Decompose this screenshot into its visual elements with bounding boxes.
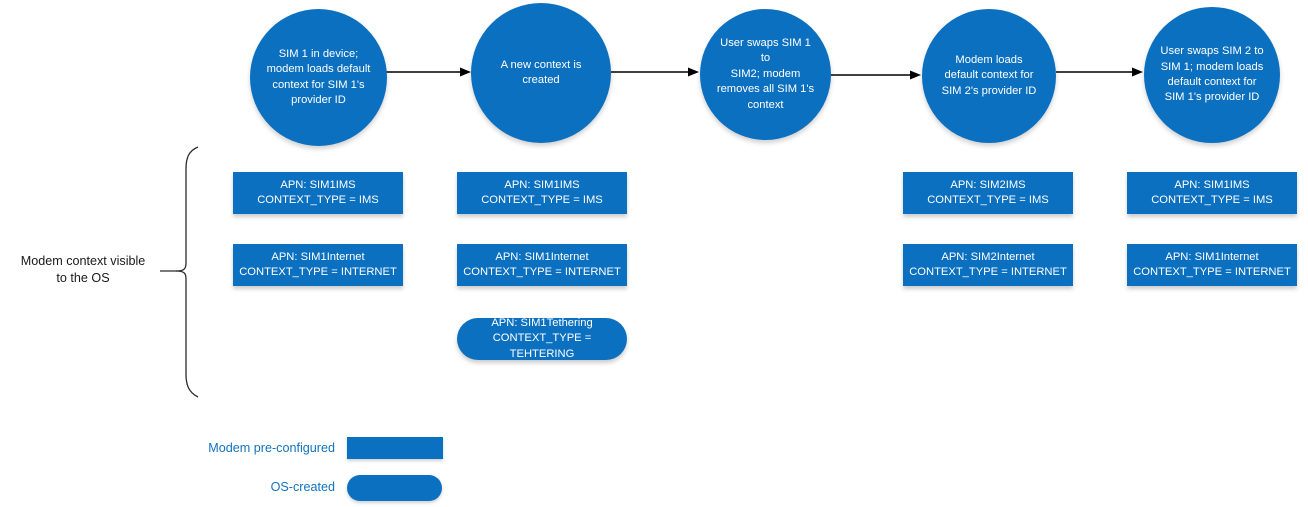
context-box-c2-tethering-label: APN: SIM1Tethering CONTEXT_TYPE = TEHTER… xyxy=(491,316,593,360)
stage-circle-5-label: User swaps SIM 2 to SIM 1; modem loads d… xyxy=(1160,45,1264,104)
context-box-c2-internet[interactable]: APN: SIM1Internet CONTEXT_TYPE = INTERNE… xyxy=(457,244,627,286)
context-box-c1-internet[interactable]: APN: SIM1Internet CONTEXT_TYPE = INTERNE… xyxy=(233,244,403,286)
stage-circle-4[interactable]: Modem loads default context for SIM 2's … xyxy=(922,9,1056,143)
context-box-c5-internet-label: APN: SIM1Internet CONTEXT_TYPE = INTERNE… xyxy=(1133,250,1291,278)
context-box-c4-internet-label: APN: SIM2Internet CONTEXT_TYPE = INTERNE… xyxy=(909,250,1067,278)
context-box-c4-ims[interactable]: APN: SIM2IMS CONTEXT_TYPE = IMS xyxy=(903,172,1073,214)
legend-swatch-modem-preconfigured xyxy=(347,437,443,459)
stage-circle-1-label: SIM 1 in device; modem loads default con… xyxy=(266,47,371,106)
stage-circle-1[interactable]: SIM 1 in device; modem loads default con… xyxy=(250,9,387,146)
arrow-stage1-to-stage2 xyxy=(386,66,472,78)
context-box-c1-ims[interactable]: APN: SIM1IMS CONTEXT_TYPE = IMS xyxy=(233,172,403,214)
context-box-c4-internet[interactable]: APN: SIM2Internet CONTEXT_TYPE = INTERNE… xyxy=(903,244,1073,286)
stage-circle-3-label: User swaps SIM 1 to SIM2; modem removes … xyxy=(716,36,815,111)
arrow-stage4-to-stage5 xyxy=(1056,66,1144,78)
context-box-c1-ims-label: APN: SIM1IMS CONTEXT_TYPE = IMS xyxy=(257,178,379,206)
context-box-c2-ims-label: APN: SIM1IMS CONTEXT_TYPE = IMS xyxy=(481,178,603,206)
stage-circle-4-label: Modem loads default context for SIM 2's … xyxy=(941,53,1037,97)
stage-circle-2-label: A new context is created xyxy=(500,58,582,86)
stage-circle-3[interactable]: User swaps SIM 1 to SIM2; modem removes … xyxy=(700,9,831,140)
context-box-c2-internet-label: APN: SIM1Internet CONTEXT_TYPE = INTERNE… xyxy=(463,250,621,278)
arrow-stage3-to-stage4 xyxy=(831,69,922,81)
legend-label-os-created: OS-created xyxy=(270,480,335,494)
context-box-c2-tethering[interactable]: APN: SIM1Tethering CONTEXT_TYPE = TEHTER… xyxy=(457,316,627,360)
modem-context-bracket-label: Modem context visible to the OS xyxy=(20,254,146,285)
context-box-c2-ims[interactable]: APN: SIM1IMS CONTEXT_TYPE = IMS xyxy=(457,172,627,214)
stage-circle-5[interactable]: User swaps SIM 2 to SIM 1; modem loads d… xyxy=(1144,7,1280,143)
context-box-c4-ims-label: APN: SIM2IMS CONTEXT_TYPE = IMS xyxy=(927,178,1049,206)
legend-swatch-os-created xyxy=(347,475,442,501)
context-box-c5-internet[interactable]: APN: SIM1Internet CONTEXT_TYPE = INTERNE… xyxy=(1127,244,1297,286)
arrow-stage2-to-stage3 xyxy=(611,66,700,78)
context-box-c5-ims[interactable]: APN: SIM1IMS CONTEXT_TYPE = IMS xyxy=(1127,172,1297,214)
diagram-canvas: SIM 1 in device; modem loads default con… xyxy=(0,0,1308,507)
context-box-c1-internet-label: APN: SIM1Internet CONTEXT_TYPE = INTERNE… xyxy=(239,250,397,278)
context-box-c5-ims-label: APN: SIM1IMS CONTEXT_TYPE = IMS xyxy=(1151,178,1273,206)
stage-circle-2[interactable]: A new context is created xyxy=(471,3,611,143)
legend-label-modem-preconfigured: Modem pre-configured xyxy=(208,441,335,455)
